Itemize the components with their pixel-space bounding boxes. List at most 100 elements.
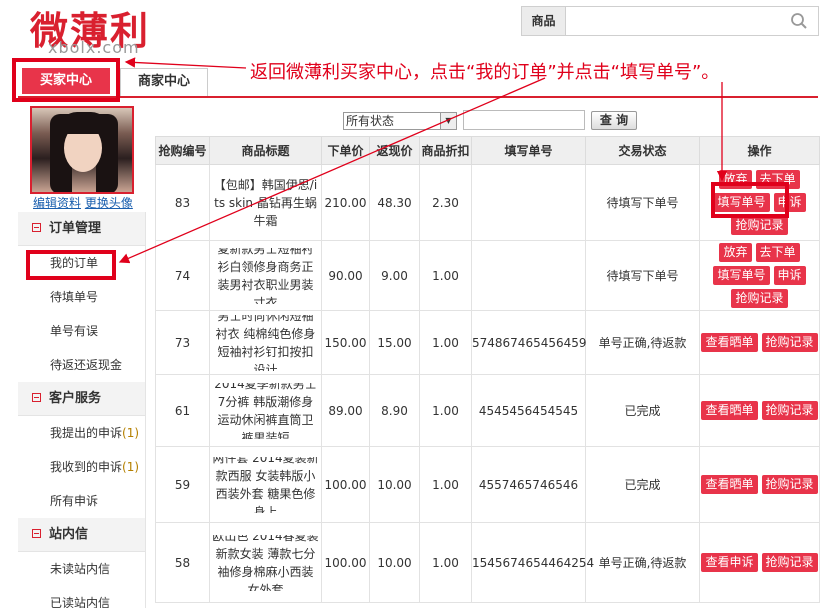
action-button[interactable]: 抢购记录 [761, 553, 818, 572]
query-button[interactable]: 查 询 [591, 111, 637, 130]
status-cell: 单号正确,待返款 [585, 310, 700, 375]
collapse-icon [32, 393, 41, 402]
price-cell: 90.00 [321, 240, 370, 311]
col-header: 商品折扣 [419, 136, 472, 165]
status-cell: 单号正确,待返款 [585, 522, 700, 603]
sidebar-item-read-messages[interactable]: 已读站内信 [18, 586, 145, 608]
product-title-cell[interactable]: 夏新款男士短袖衬衫白领修身商务正装男衬衣职业男装寸衣 [209, 240, 322, 311]
status-cell: 待填写下单号 [585, 164, 700, 241]
price-cell: 100.00 [321, 446, 370, 523]
search-icon[interactable] [790, 12, 808, 30]
filter-toolbar: 所有状态 ▼ 查 询 [155, 108, 819, 134]
logo[interactable]: 微薄利 xbolx.com [30, 0, 190, 57]
sidebar-item-all-appeals[interactable]: 所有申诉 [18, 484, 145, 518]
table-header: 抢购编号 商品标题 下单价 返现价 商品折扣 填写单号 交易状态 操作 [155, 136, 820, 165]
product-title-cell[interactable]: 欧出色 2014春夏装新款女装 薄款七分袖修身棉麻小西装女外套 [209, 522, 322, 603]
status-cell: 待填写下单号 [585, 240, 700, 311]
col-header: 填写单号 [471, 136, 586, 165]
table-row: 58 欧出色 2014春夏装新款女装 薄款七分袖修身棉麻小西装女外套 100.00 1… [155, 522, 820, 603]
instruction-text: 返回微薄利买家中心，点击“我的订单”并点击“填写单号”。 [250, 62, 720, 83]
action-button[interactable]: 查看晒单 [701, 475, 758, 494]
action-button[interactable]: 抢购记录 [731, 289, 788, 308]
cashback-cell: 48.30 [369, 164, 420, 241]
sidebar-item-unread-messages[interactable]: 未读站内信 [18, 552, 145, 586]
status-cell: 已完成 [585, 374, 700, 447]
tracking-cell: 4557465746546 [471, 446, 586, 523]
status-cell: 已完成 [585, 446, 700, 523]
price-cell: 210.00 [321, 164, 370, 241]
order-id-cell: 74 [155, 240, 210, 311]
action-button[interactable]: 查看晒单 [701, 333, 758, 352]
discount-cell: 1.00 [419, 240, 472, 311]
action-button[interactable]: 查看晒单 [701, 401, 758, 420]
sidebar-item-received-appeals[interactable]: 我收到的申诉(1) [18, 450, 145, 484]
order-search-input[interactable] [463, 110, 585, 130]
col-header: 交易状态 [585, 136, 700, 165]
avatar[interactable] [30, 106, 134, 194]
change-avatar-link[interactable]: 更换头像 [85, 196, 133, 210]
table-row: 74 夏新款男士短袖衬衫白领修身商务正装男衬衣职业男装寸衣 90.00 9.00 1.0… [155, 240, 820, 311]
discount-cell: 1.00 [419, 446, 472, 523]
sidebar-section-messages[interactable]: 站内信 [18, 518, 145, 552]
col-header: 下单价 [321, 136, 370, 165]
action-button[interactable]: 抢购记录 [761, 401, 818, 420]
edit-profile-link[interactable]: 编辑资料 [33, 196, 81, 210]
search-bar: 商品 [521, 6, 819, 36]
actions-cell: 查看晒单 抢购记录 [699, 310, 820, 375]
price-cell: 89.00 [321, 374, 370, 447]
tracking-cell: 574867465456459 [471, 310, 587, 375]
sidebar-item-pending-cashback[interactable]: 待返还返现金 [18, 348, 145, 382]
logo-domain: xbolx.com [48, 38, 140, 57]
tracking-cell [471, 240, 586, 311]
cashback-cell: 10.00 [369, 522, 420, 603]
col-header: 返现价 [369, 136, 420, 165]
table-row: 61 2014夏季新款男士7分裤 韩版潮修身运动休闲裤直筒卫裤男装短 89.00 8.… [155, 374, 820, 447]
discount-cell: 1.00 [419, 310, 472, 375]
search-input[interactable] [566, 7, 786, 35]
discount-cell: 2.30 [419, 164, 472, 241]
highlight-fill-tracking [711, 182, 789, 218]
action-button[interactable]: 申诉 [773, 266, 806, 285]
action-button[interactable]: 抢购记录 [761, 333, 818, 352]
table-row: 59 两件套 2014夏装新款西服 女装韩版小西装外套 糖果色修身上 100.00 1… [155, 446, 820, 523]
action-button[interactable]: 去下单 [755, 243, 800, 262]
sidebar-item-wrong-tracking[interactable]: 单号有误 [18, 314, 145, 348]
actions-cell: 放弃 去下单填写单号 申诉抢购记录 [699, 240, 820, 311]
col-header: 抢购编号 [155, 136, 210, 165]
order-id-cell: 59 [155, 446, 210, 523]
col-header: 商品标题 [209, 136, 322, 165]
sidebar-item-pending-tracking[interactable]: 待填单号 [18, 280, 145, 314]
product-title-cell[interactable]: 男士时尚休闲短袖衬衣 纯棉纯色修身短袖衬衫钉扣按扣设计 [209, 310, 322, 375]
action-button[interactable]: 查看申诉 [701, 553, 758, 572]
actions-cell: 查看晒单 抢购记录 [699, 446, 820, 523]
action-button[interactable]: 填写单号 [713, 266, 770, 285]
cashback-cell: 10.00 [369, 446, 420, 523]
tab-seller-center[interactable]: 商家中心 [120, 68, 208, 96]
cashback-cell: 8.90 [369, 374, 420, 447]
sidebar-section-service[interactable]: 客户服务 [18, 382, 145, 416]
search-category[interactable]: 商品 [522, 7, 566, 35]
highlight-buyer-tab [12, 58, 120, 102]
sidebar-item-my-appeals[interactable]: 我提出的申诉(1) [18, 416, 145, 450]
action-button[interactable]: 抢购记录 [761, 475, 818, 494]
cashback-cell: 9.00 [369, 240, 420, 311]
order-id-cell: 73 [155, 310, 210, 375]
table-row: 73 男士时尚休闲短袖衬衣 纯棉纯色修身短袖衬衫钉扣按扣设计 150.00 15.00… [155, 310, 820, 375]
tabs-divider [18, 96, 818, 98]
price-cell: 150.00 [321, 310, 370, 375]
tracking-cell: 1545674654464254 [471, 522, 594, 603]
product-title-cell[interactable]: 【包邮】韩国伊思/its skin 晶钻再生蜗牛霜 [209, 164, 322, 241]
product-title-cell[interactable]: 两件套 2014夏装新款西服 女装韩版小西装外套 糖果色修身上 [209, 446, 322, 523]
action-button[interactable]: 放弃 [719, 243, 752, 262]
status-dropdown[interactable]: 所有状态 ▼ [343, 112, 457, 130]
order-id-cell: 61 [155, 374, 210, 447]
profile-links: 编辑资料 更换头像 [33, 194, 133, 211]
product-title-cell[interactable]: 2014夏季新款男士7分裤 韩版潮修身运动休闲裤直筒卫裤男装短 [209, 374, 322, 447]
tracking-cell: 4545456454545 [471, 374, 586, 447]
sidebar-section-orders[interactable]: 订单管理 [18, 212, 145, 246]
order-id-cell: 58 [155, 522, 210, 603]
tracking-cell [471, 164, 586, 241]
highlight-my-orders [26, 250, 116, 280]
action-button[interactable]: 抢购记录 [731, 216, 788, 235]
cashback-cell: 15.00 [369, 310, 420, 375]
